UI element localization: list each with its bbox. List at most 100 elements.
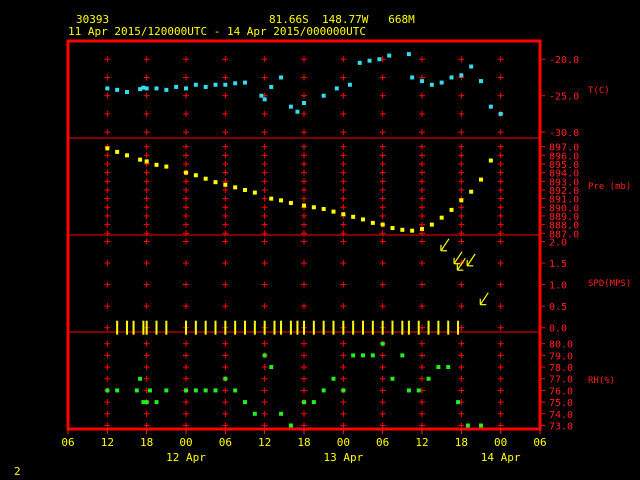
wind-calm-mark [437,320,440,335]
x-tick-label: 00 [179,436,192,449]
y-tick-label: 0.0 [549,324,567,335]
panel-label-humidity: RH(%) [588,376,615,386]
humidity-point [279,411,284,416]
wind-calm-mark [303,320,305,335]
pressure-point [311,205,316,210]
humidity-point [154,400,159,405]
pressure-point [469,189,474,194]
pressure-point [351,214,356,219]
y-tick-label: 1.5 [549,259,567,270]
pressure-point [193,173,198,178]
wind-calm-mark [342,320,345,335]
wind-calm-mark [126,320,128,335]
temperature-point [295,109,300,114]
wind-calm-mark [185,320,187,335]
temperature-point [125,90,129,95]
x-day-label: 14 Apr [481,451,521,464]
humidity-point [288,423,293,428]
wind-calm-mark [280,320,283,335]
temperature-point [347,82,352,87]
wind-calm-mark [352,320,355,335]
humidity-point [105,388,110,393]
x-tick-label: 12 [258,436,271,449]
humidity-point [193,388,198,393]
wind-calm-mark [142,320,145,335]
wind-arrow [466,253,476,267]
x-day-label: 12 Apr [166,451,206,464]
panel-labels: T(C) Pre (mb) SPD(MPS) RH(%) [588,86,631,386]
pressure-point [184,170,188,175]
wind-calm-mark [457,320,460,335]
humidity-point [416,388,421,393]
temperature-point [420,79,424,84]
pressure-point [138,157,143,162]
temperature-point [410,75,415,80]
temperature-point [223,82,228,87]
y-tick-label: -25.0 [549,92,579,103]
temperature-point [144,86,149,91]
y-tick-label: 74.0 [549,410,573,421]
humidity-point [361,353,365,358]
wind-calm-mark [224,320,227,335]
temperature-point [288,104,293,109]
temperature-point [357,60,362,65]
wind-arrow [479,292,489,305]
pressure-point [252,190,257,195]
wind-calm-mark [312,320,315,335]
pressure-point [233,185,238,190]
temperature-point [243,80,247,85]
humidity-point [465,423,470,428]
humidity-point [144,400,149,405]
humidity-point [223,376,228,381]
pressure-point [154,162,159,167]
x-tick-label: 18 [297,436,310,449]
temperature-point [367,58,372,63]
panel-label-wind: SPD(MPS) [588,279,631,289]
y-tick-label: 1.0 [549,281,567,292]
humidity-point [184,388,188,393]
page-number: 2 [14,465,21,478]
temperature-point [498,111,503,116]
temperature-point [105,86,110,91]
temperature-point [259,93,264,98]
wind-calm-mark [381,320,384,335]
wind-calm-mark [165,320,168,335]
x-tick-label: 18 [140,436,153,449]
temperature-point [321,93,326,98]
wind-calm-mark [447,320,450,335]
pressure-point [361,217,365,222]
humidity-point [436,365,441,370]
pressure-point [479,177,483,182]
wind-calm-mark [194,320,197,335]
humidity-point [115,388,120,393]
wind-calm-mark [155,320,158,335]
pressure-point [279,198,284,203]
y-tick-labels: -20.0-25.0-30.0897.0896.0895.0894.0893.0… [540,55,579,432]
humidity-point [311,400,316,405]
meteogram: 30393 81.66S 148.77W 668M 11 Apr 2015/12… [14,13,631,478]
temperature-point [449,75,454,80]
humidity-point [321,388,326,393]
wind-calm-mark [263,320,266,335]
x-tick-label: 18 [455,436,468,449]
humidity-point [370,353,375,358]
pressure-point [223,182,228,187]
pressure-point [488,158,493,163]
humidity-point [456,400,461,405]
wind-calm-mark [401,320,404,335]
grid-crosses [104,56,504,429]
humidity-point [147,388,152,393]
y-tick-label: -30.0 [549,128,579,139]
temperature-point [387,53,392,58]
wind-calm-mark [244,320,246,335]
y-tick-label: 2.0 [549,237,567,248]
temperature-point [174,84,179,89]
pressure-point [429,222,434,227]
pressure-point [269,196,274,201]
humidity-point [243,400,247,405]
pressure-point [105,146,110,151]
humidity-point [138,376,143,381]
temperature-point [115,87,120,92]
humidity-point [351,353,356,358]
humidity-point [479,423,483,428]
